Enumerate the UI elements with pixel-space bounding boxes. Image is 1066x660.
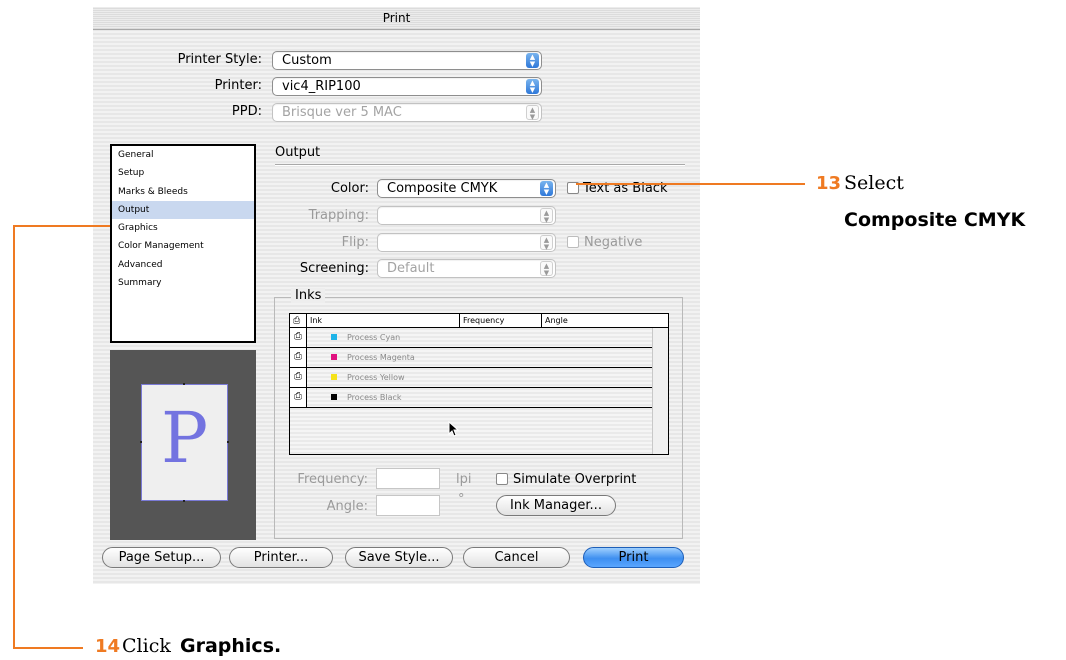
sidebar-item-advanced[interactable]: Advanced <box>112 256 254 274</box>
callout-14-text: Click <box>122 635 171 657</box>
handle-dot <box>140 441 142 443</box>
degree-unit: ° <box>458 492 465 507</box>
ink-name: Process Magenta <box>347 353 415 362</box>
popup-arrows-icon: ▲ ▼ <box>526 79 539 94</box>
printer-icon: ⎙ <box>293 316 301 326</box>
callout-13-bold: Composite CMYK <box>844 209 1026 231</box>
handle-dot <box>183 500 185 502</box>
cancel-button[interactable]: Cancel <box>463 547 570 568</box>
screening-value: Default <box>387 261 435 276</box>
printer-icon[interactable]: ⎙ <box>290 388 307 407</box>
color-popup[interactable]: Composite CMYK ▲ ▼ <box>377 179 556 198</box>
ppd-popup[interactable]: Brisque ver 5 MAC ▲ ▼ <box>272 103 542 122</box>
angle-input[interactable] <box>376 495 440 516</box>
print-dialog: Print Printer Style: Custom ▲ ▼ Printer: … <box>93 7 700 584</box>
page-preview: P <box>110 350 256 540</box>
print-column-header: ⎙ <box>290 314 307 328</box>
popup-arrows-icon: ▲ ▼ <box>540 181 553 196</box>
printer-button[interactable]: Printer... <box>229 547 333 568</box>
screening-popup[interactable]: Default ▲ ▼ <box>377 259 556 278</box>
popup-arrows-icon: ▲ ▼ <box>540 261 553 277</box>
page-setup-button[interactable]: Page Setup... <box>102 547 221 568</box>
frequency-column-header[interactable]: Frequency <box>460 314 542 328</box>
sidebar-item-marks-bleeds[interactable]: Marks & Bleeds <box>112 183 254 201</box>
settings-category-list[interactable]: General Setup Marks & Bleeds Output Grap… <box>110 144 256 343</box>
popup-arrows-icon: ▲ ▼ <box>526 105 539 121</box>
flip-popup[interactable]: ▲ ▼ <box>377 233 556 252</box>
preview-page: P <box>141 384 228 501</box>
printer-style-value: Custom <box>282 53 332 68</box>
callout-14-line <box>13 225 110 227</box>
popup-arrows-icon: ▲ ▼ <box>526 53 539 68</box>
lpi-unit: lpi <box>456 472 472 487</box>
frequency-label: Frequency: <box>297 472 368 487</box>
ppd-label: PPD: <box>231 104 262 119</box>
ink-name: Process Cyan <box>347 333 401 342</box>
ink-table[interactable]: ⎙ Ink Frequency Angle ⎙ Process Cyan ⎙ P… <box>289 313 669 455</box>
ink-name: Process Black <box>347 393 402 402</box>
callout-13-text: Select <box>844 172 904 194</box>
angle-label: Angle: <box>326 499 368 514</box>
printer-label: Printer: <box>214 78 262 93</box>
ink-row-yellow[interactable]: ⎙ Process Yellow <box>290 368 652 388</box>
popup-arrows-icon: ▲ ▼ <box>540 208 553 224</box>
trapping-label: Trapping: <box>308 208 369 223</box>
printer-style-label: Printer Style: <box>177 52 262 67</box>
mouse-pointer-icon <box>448 421 460 437</box>
preview-letter: P <box>160 397 209 479</box>
callout-14-number: 14 <box>95 636 121 657</box>
sidebar-item-setup[interactable]: Setup <box>112 164 254 182</box>
frequency-input[interactable] <box>376 468 440 489</box>
color-label: Color: <box>330 181 369 196</box>
magenta-swatch <box>331 354 337 360</box>
printer-popup[interactable]: vic4_RIP100 ▲ ▼ <box>272 77 542 96</box>
inks-title: Inks <box>291 288 326 303</box>
simulate-overprint-label: Simulate Overprint <box>513 472 637 487</box>
black-swatch <box>331 394 337 400</box>
screening-label: Screening: <box>299 261 369 276</box>
printer-icon[interactable]: ⎙ <box>290 328 307 347</box>
angle-column-header[interactable]: Angle <box>542 314 668 328</box>
negative-checkbox[interactable] <box>567 236 579 248</box>
callout-14-line <box>13 647 83 649</box>
sidebar-item-general[interactable]: General <box>112 146 254 164</box>
output-separator <box>275 164 685 166</box>
save-style-button[interactable]: Save Style... <box>345 547 453 568</box>
output-section-title: Output <box>275 145 321 160</box>
handle-dot <box>183 383 185 385</box>
printer-style-popup[interactable]: Custom ▲ ▼ <box>272 51 542 70</box>
callout-13-line <box>576 183 805 185</box>
simulate-overprint-checkbox[interactable] <box>496 473 508 485</box>
ink-table-scrollbar[interactable] <box>652 328 668 454</box>
printer-icon[interactable]: ⎙ <box>290 348 307 367</box>
ink-row-black[interactable]: ⎙ Process Black <box>290 388 652 408</box>
callout-13-number: 13 <box>816 173 842 194</box>
printer-value: vic4_RIP100 <box>282 79 361 94</box>
printer-icon[interactable]: ⎙ <box>290 368 307 387</box>
ink-column-header[interactable]: Ink <box>307 314 460 328</box>
print-button[interactable]: Print <box>583 547 684 568</box>
sidebar-item-graphics[interactable]: Graphics <box>112 219 254 237</box>
ink-row-cyan[interactable]: ⎙ Process Cyan <box>290 328 652 348</box>
flip-label: Flip: <box>341 235 369 250</box>
dialog-title: Print <box>93 7 700 30</box>
ppd-value: Brisque ver 5 MAC <box>282 105 402 120</box>
sidebar-item-color-management[interactable]: Color Management <box>112 237 254 255</box>
ink-row-magenta[interactable]: ⎙ Process Magenta <box>290 348 652 368</box>
callout-14-line <box>13 225 15 649</box>
cyan-swatch <box>331 334 337 340</box>
trapping-popup[interactable]: ▲ ▼ <box>377 206 556 225</box>
color-value: Composite CMYK <box>387 181 498 196</box>
negative-label: Negative <box>584 235 643 250</box>
sidebar-item-output[interactable]: Output <box>112 200 254 220</box>
sidebar-item-summary[interactable]: Summary <box>112 274 254 292</box>
popup-arrows-icon: ▲ ▼ <box>540 235 553 251</box>
callout-14-bold: Graphics. <box>180 635 282 657</box>
ink-manager-button[interactable]: Ink Manager... <box>496 495 616 516</box>
yellow-swatch <box>331 374 337 380</box>
handle-dot <box>227 441 229 443</box>
ink-name: Process Yellow <box>347 373 405 382</box>
